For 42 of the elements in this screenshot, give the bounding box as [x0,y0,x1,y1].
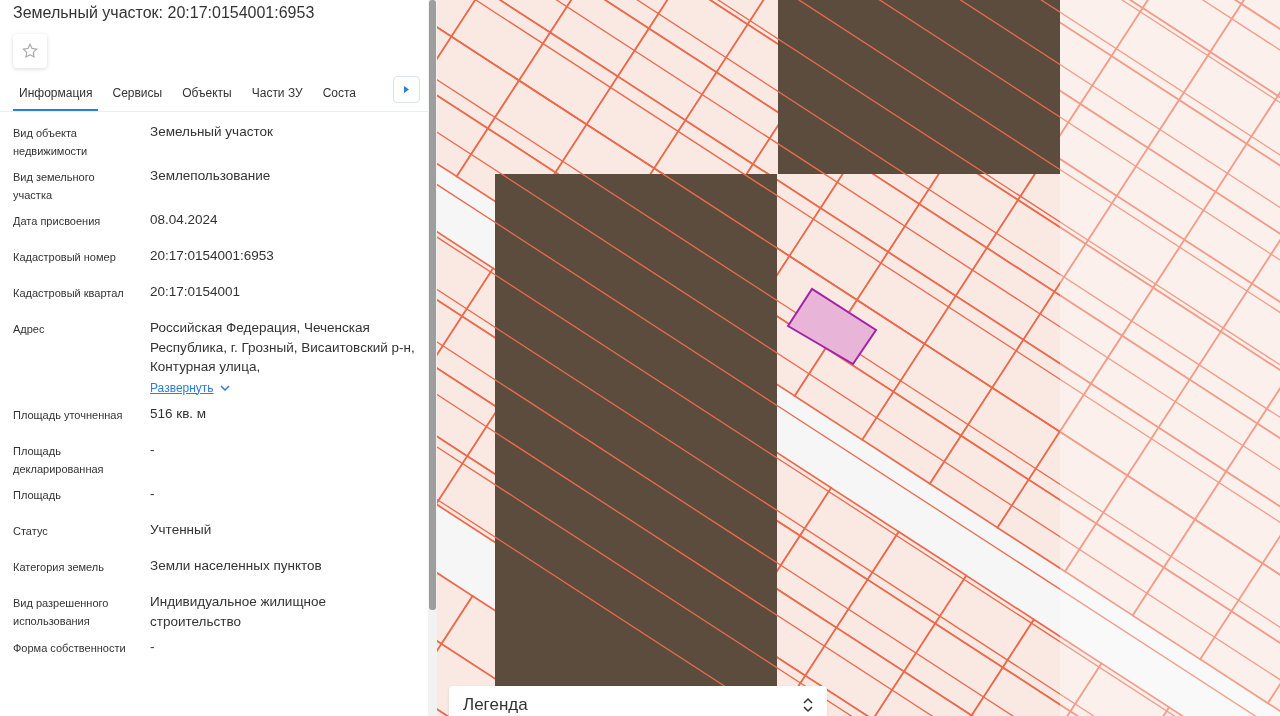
field-label: Площадь уточненная [13,408,124,423]
field-value: Учтенный [150,521,212,539]
cadastral-map-drawing[interactable] [437,0,1280,716]
caret-icon [404,86,409,93]
field-value: Российская Федерация, Чеченская Республика, г. Грозный, Висаитовский р-н, Контурная улица, [150,319,415,376]
tab[interactable]: Части ЗУ [245,76,309,111]
field-label: Площадь декларированная [13,444,105,477]
scroll-tabs-button[interactable] [393,76,420,103]
field-label: Вид объекта недвижимости [13,126,89,159]
field-value: Землепользование [150,167,271,185]
field-value: 20:17:0154001 [150,283,241,301]
field-label: Кадастровый номер [13,250,117,265]
tab[interactable]: Информация [13,76,99,111]
field-value: Земельный участок [150,123,273,141]
field-label: Вид разрешенного использования [13,596,110,629]
field-label: Статус [13,524,49,539]
star-icon [21,42,39,60]
field-value: Индивидуальное жилищное строительство [150,593,327,631]
field-value: - [150,485,155,503]
field-value: - [150,638,155,656]
field-value: - [150,441,155,459]
tab[interactable]: Объекты [176,76,238,111]
chevron-down-icon [219,385,230,392]
field-label: Категория земель [13,560,105,575]
field-label: Дата присвоения [13,214,102,229]
page-title: Земельный участок: 20:17:0154001:6953 [13,3,316,23]
field-label: Адрес [13,322,46,337]
expand-collapse-icon [803,697,813,713]
favorite-button[interactable] [13,34,47,68]
field-label: Форма собственности [13,641,127,656]
tab[interactable]: Сервисы [106,76,169,111]
field-value: 20:17:0154001:6953 [150,247,274,265]
scrollbar[interactable] [428,0,437,716]
field-value: 516 кв. м [150,405,207,423]
field-label: Площадь [13,488,62,503]
tab[interactable]: Соста [316,76,363,111]
field-value: Земли населенных пунктов [150,557,322,575]
legend-toggle[interactable]: Легенда [449,686,827,716]
field-value: 08.04.2024 [150,211,218,229]
field-label: Кадастровый квартал [13,286,125,301]
expand-link[interactable]: Развернуть [150,378,230,398]
field-label: Вид земельного участка [13,170,96,203]
